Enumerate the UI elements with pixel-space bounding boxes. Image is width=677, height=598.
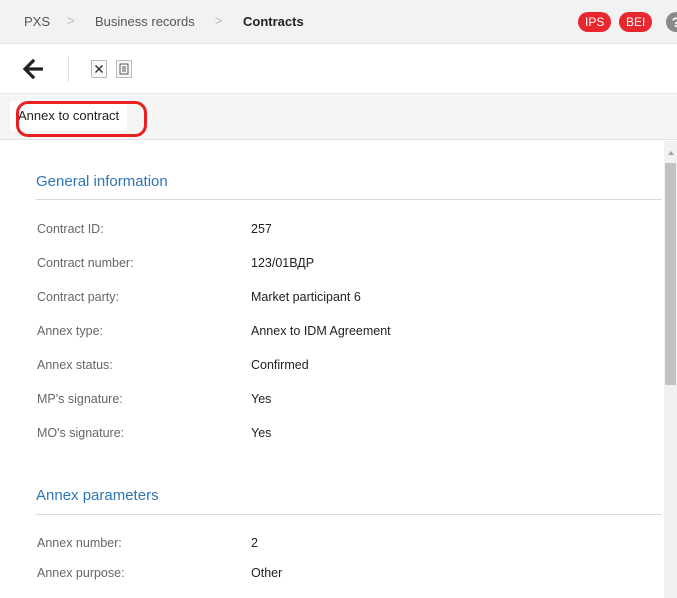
excel-file-icon bbox=[94, 64, 104, 74]
field-label: MO's signature: bbox=[37, 426, 125, 440]
arrow-left-icon bbox=[22, 58, 43, 80]
scroll-up-arrow-icon[interactable] bbox=[668, 151, 674, 155]
field-value: Confirmed bbox=[251, 358, 309, 372]
content-panel: General information Contract ID: 257 Con… bbox=[0, 141, 664, 598]
vertical-scrollbar[interactable] bbox=[664, 141, 677, 598]
toolbar-divider bbox=[68, 56, 69, 82]
export-document-button[interactable] bbox=[116, 60, 132, 78]
breadcrumb-contracts: Contracts bbox=[243, 14, 304, 29]
field-label: Contract ID: bbox=[37, 222, 104, 236]
field-value: Yes bbox=[251, 392, 272, 406]
breadcrumb-separator: > bbox=[67, 13, 75, 28]
field-label: Annex purpose: bbox=[37, 566, 125, 580]
section-divider bbox=[36, 199, 662, 200]
field-label: MP's signature: bbox=[37, 392, 123, 406]
field-label: Contract party: bbox=[37, 290, 119, 304]
help-icon[interactable]: ? bbox=[666, 12, 677, 32]
document-icon bbox=[119, 63, 129, 75]
scrollbar-thumb[interactable] bbox=[665, 163, 676, 385]
export-excel-button[interactable] bbox=[91, 60, 107, 78]
tab-strip: Annex to contract bbox=[0, 94, 677, 140]
breadcrumb-separator: > bbox=[215, 13, 223, 28]
field-value: 2 bbox=[251, 536, 258, 550]
toolbar bbox=[0, 44, 677, 94]
breadcrumb-pxs[interactable]: PXS bbox=[24, 14, 50, 29]
section-divider bbox=[36, 514, 662, 515]
field-label: Contract number: bbox=[37, 256, 134, 270]
field-label: Annex type: bbox=[37, 324, 104, 338]
breadcrumb-business-records[interactable]: Business records bbox=[95, 14, 195, 29]
breadcrumb: PXS > Business records > Contracts IPS B… bbox=[0, 0, 677, 44]
bei-badge[interactable]: BEI bbox=[619, 12, 653, 32]
field-label: Annex number: bbox=[37, 536, 122, 550]
field-value: 123/01ВДР bbox=[251, 256, 315, 270]
field-value: Yes bbox=[251, 426, 272, 440]
field-value: Market participant 6 bbox=[251, 290, 361, 304]
field-value: 257 bbox=[251, 222, 272, 236]
section-title-annex: Annex parameters bbox=[36, 487, 159, 504]
tab-annex-to-contract[interactable]: Annex to contract bbox=[10, 101, 128, 131]
section-title-general: General information bbox=[36, 173, 168, 190]
field-value: Annex to IDM Agreement bbox=[251, 324, 391, 338]
back-button[interactable] bbox=[22, 58, 46, 80]
ips-badge[interactable]: IPS bbox=[578, 12, 612, 32]
field-value: Other bbox=[251, 566, 283, 580]
field-label: Annex status: bbox=[37, 358, 113, 372]
